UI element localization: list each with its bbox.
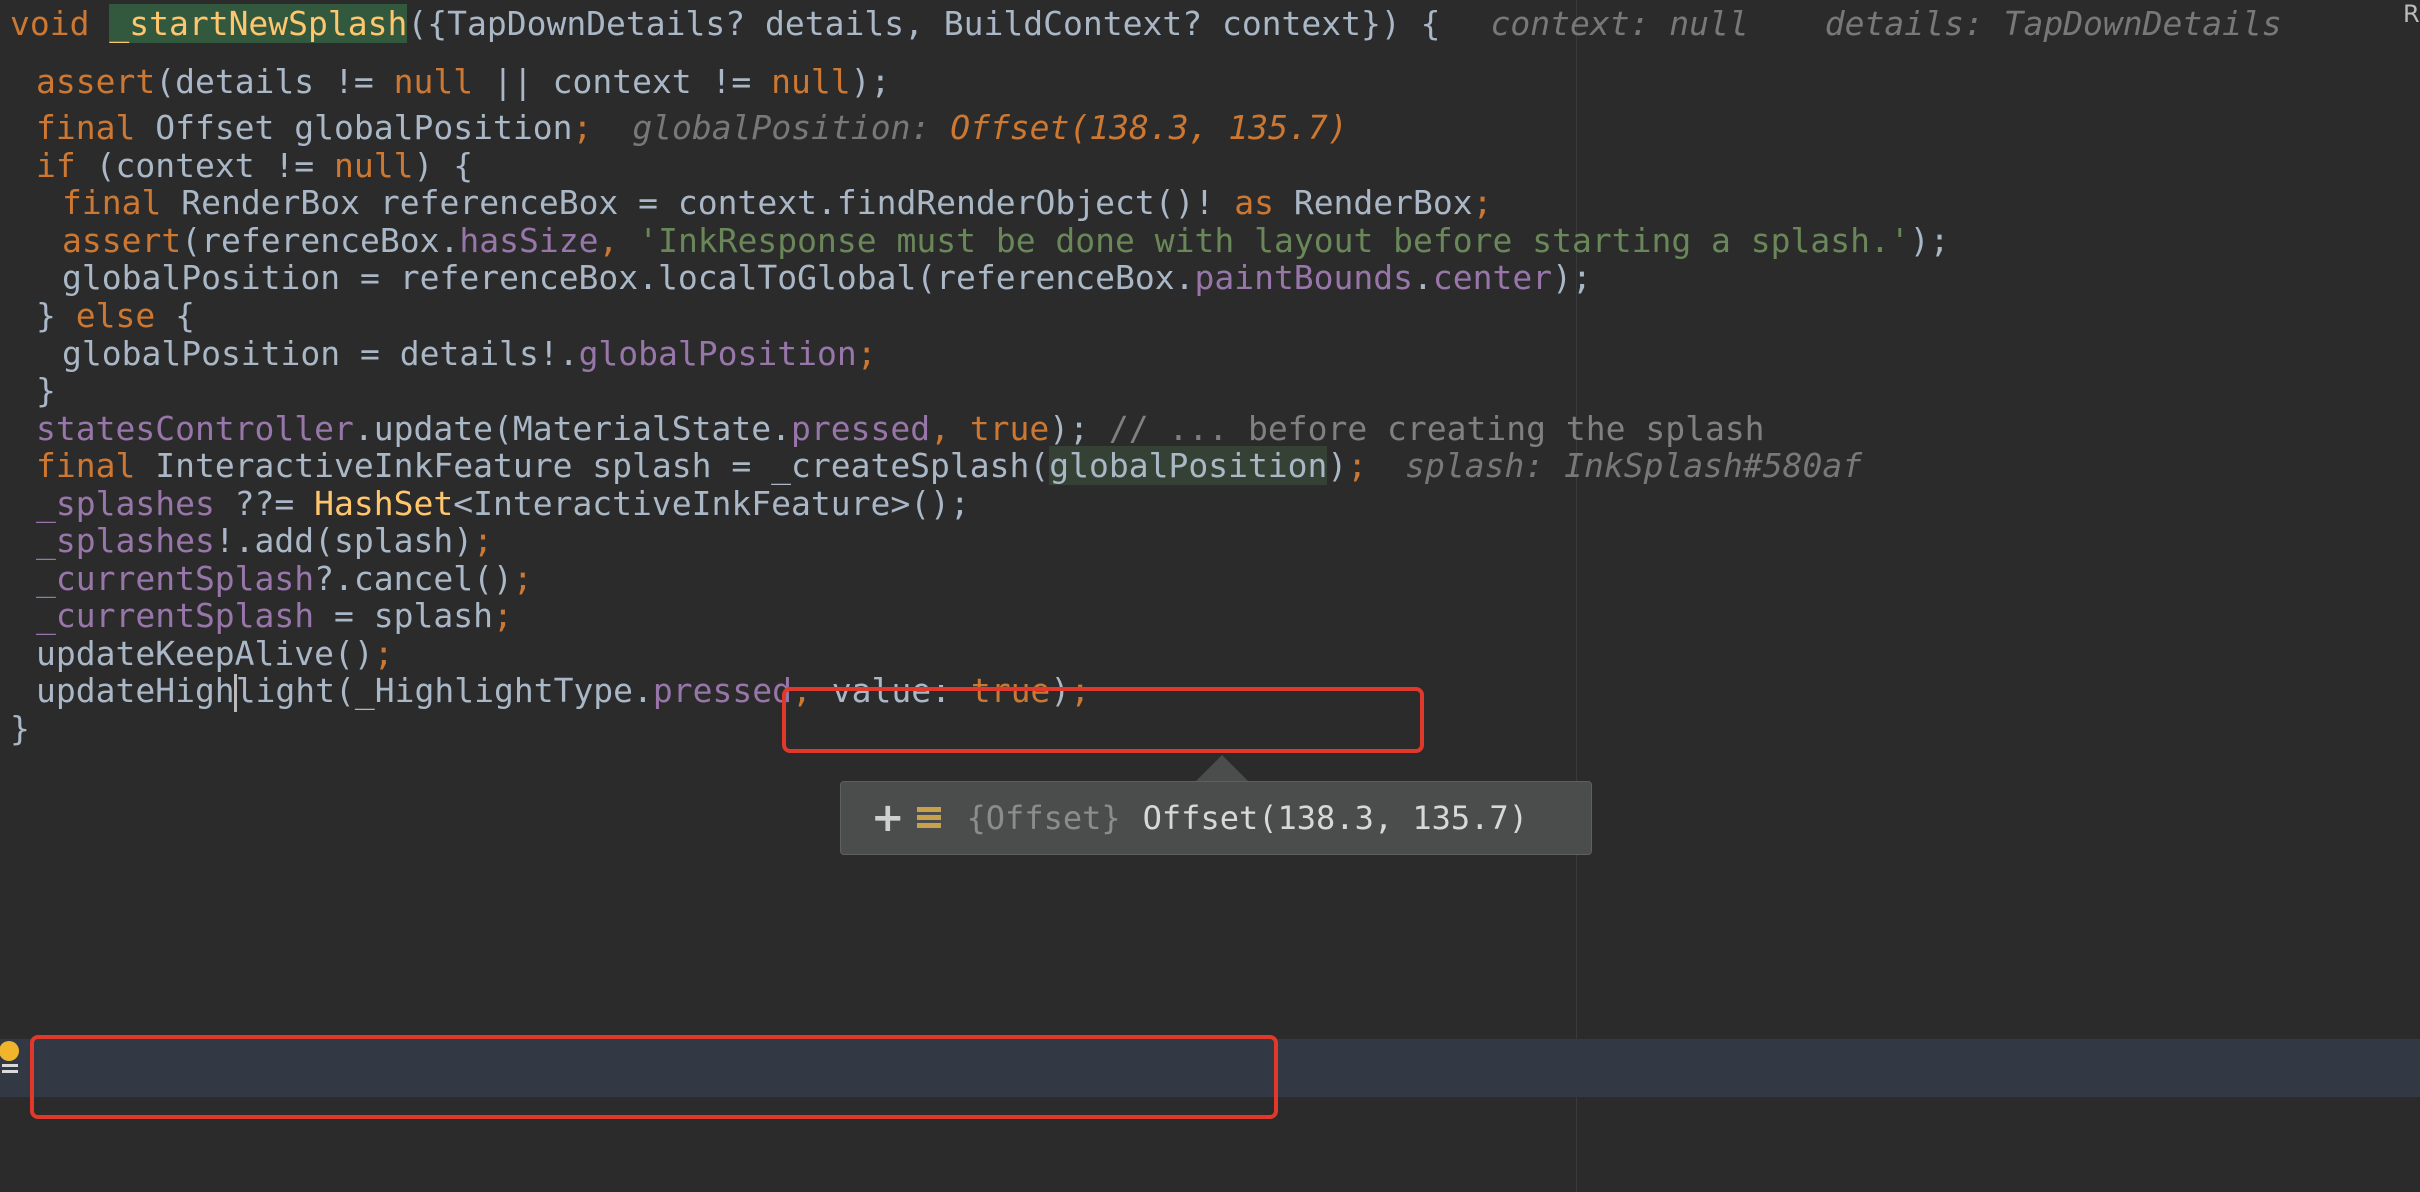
function-name-highlighted: _startNewSplash	[109, 4, 408, 43]
inline-hint-context: context: null	[1490, 4, 1749, 43]
code-text: (details !=	[155, 62, 394, 101]
highlight-box-update-highlight	[30, 1035, 1278, 1119]
code-line-20[interactable]: }	[10, 700, 30, 758]
code-editor[interactable]: void _startNewSplash({TapDownDetails? de…	[0, 0, 2420, 1192]
expand-plus-icon[interactable]: +	[871, 798, 905, 838]
semicolon: ;	[512, 559, 533, 598]
code-text: light(_HighlightType.	[235, 671, 653, 710]
stack-icon	[916, 807, 941, 829]
field-ref: pressed	[652, 671, 792, 710]
function-params: ({TapDownDetails? details, BuildContext?…	[407, 4, 1441, 43]
tooltip-pointer	[1196, 755, 1248, 781]
code-line-8[interactable]: globalPosition = referenceBox.localToGlo…	[62, 249, 1592, 307]
inline-hint-details: details: TapDownDetails	[1824, 4, 2282, 43]
tooltip-value: Offset(138.3, 135.7)	[1142, 799, 1528, 837]
debug-value-tooltip[interactable]: + {Offset} Offset(138.3, 135.7)	[840, 781, 1592, 855]
code-text: <InteractiveInkFeature>();	[453, 484, 970, 523]
keyword-null: null	[771, 62, 851, 101]
semicolon: ;	[492, 596, 513, 635]
code-text: }	[10, 709, 30, 748]
keyword-null: null	[393, 62, 474, 101]
lightbulb-icon[interactable]	[0, 1040, 22, 1080]
code-text: globalPosition = referenceBox.localToGlo…	[62, 258, 1195, 297]
code-line-10[interactable]: globalPosition = details!.globalPosition…	[62, 325, 877, 383]
hovered-argument[interactable]: globalPosition	[1049, 446, 1328, 485]
inline-hint-value: Offset(138.3, 135.7)	[950, 108, 1348, 147]
code-text: );	[1909, 221, 1950, 260]
right-margin-guide	[1576, 0, 1577, 1192]
code-line-1[interactable]: void _startNewSplash({TapDownDetails? de…	[10, 0, 2282, 53]
corner-label: R	[2403, 0, 2420, 28]
field-ref: globalPosition	[578, 334, 857, 373]
field-ref: paintBounds	[1194, 258, 1414, 297]
semicolon: ;	[1347, 446, 1368, 485]
inline-hint-label: globalPosition:	[632, 108, 951, 147]
keyword-void: void	[10, 4, 90, 43]
code-text: );	[850, 62, 891, 101]
code-text: );	[1552, 258, 1592, 297]
code-text: globalPosition = details!.	[62, 334, 579, 373]
field-ref: center	[1432, 258, 1553, 297]
keyword-assert: assert	[36, 62, 156, 101]
highlight-box-create-splash	[782, 687, 1424, 753]
semicolon: ;	[856, 334, 877, 373]
code-text: .	[1413, 258, 1433, 297]
code-text: )	[1327, 446, 1348, 485]
tooltip-type-label: {Offset}	[966, 799, 1121, 837]
code-text: || context !=	[473, 62, 772, 101]
code-text: updateHigh	[36, 671, 235, 710]
semicolon: ;	[572, 108, 593, 147]
inline-hint-splash: splash: InkSplash#580af	[1405, 446, 1863, 485]
